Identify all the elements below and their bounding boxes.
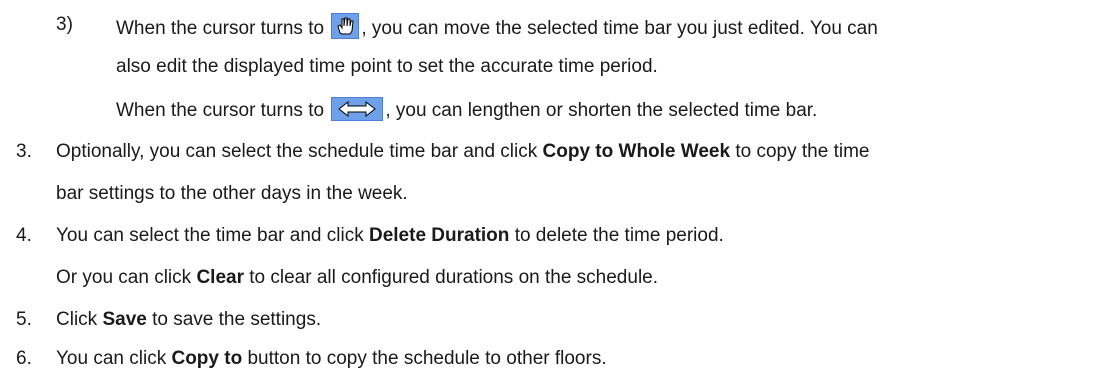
step-text: to save the settings.	[152, 309, 322, 330]
substep-text: , you can move the selected time bar you…	[361, 18, 878, 39]
step-line: You can click Copy to button to copy the…	[56, 347, 607, 371]
ui-term: Save	[102, 309, 147, 330]
step-text: to delete the time period.	[514, 225, 724, 246]
ui-term: Clear	[196, 267, 244, 288]
step-number: 5.	[16, 309, 32, 330]
substep-number: 3)	[56, 14, 73, 35]
step-line: bar settings to the other days in the we…	[56, 183, 408, 204]
step-text: You can click	[56, 348, 167, 369]
step-text: Or you can click	[56, 267, 192, 288]
step-line: Or you can click Clear to clear all conf…	[56, 266, 658, 290]
substep-line-2: also edit the displayed time point to se…	[116, 56, 658, 77]
substep-text: When the cursor turns to	[116, 100, 325, 121]
step-number: 4.	[16, 225, 32, 246]
substep-text: , you can lengthen or shorten the select…	[385, 100, 818, 121]
step-text: Click	[56, 309, 98, 330]
substep-line-3: When the cursor turns to , you can lengt…	[116, 97, 817, 128]
step-number: 3.	[16, 141, 32, 162]
ui-term: Delete Duration	[368, 225, 510, 246]
hand-cursor-icon	[331, 13, 360, 46]
step-number: 6.	[16, 348, 32, 369]
step-text: to copy the time	[735, 141, 870, 162]
ui-term: Copy to Whole Week	[542, 141, 731, 162]
horizontal-resize-icon	[331, 97, 384, 128]
substep-text: When the cursor turns to	[116, 18, 325, 39]
substep-line-1: When the cursor turns to , you can move …	[116, 13, 878, 46]
step-line: Optionally, you can select the schedule …	[56, 140, 869, 164]
step-line: You can select the time bar and click De…	[56, 224, 724, 248]
step-line: Click Save to save the settings.	[56, 308, 321, 332]
step-text: to clear all configured durations on the…	[249, 267, 659, 288]
step-text: Optionally, you can select the schedule …	[56, 141, 538, 162]
step-text: You can select the time bar and click	[56, 225, 364, 246]
ui-term: Copy to	[171, 348, 243, 369]
step-text: button to copy the schedule to other flo…	[247, 348, 607, 369]
